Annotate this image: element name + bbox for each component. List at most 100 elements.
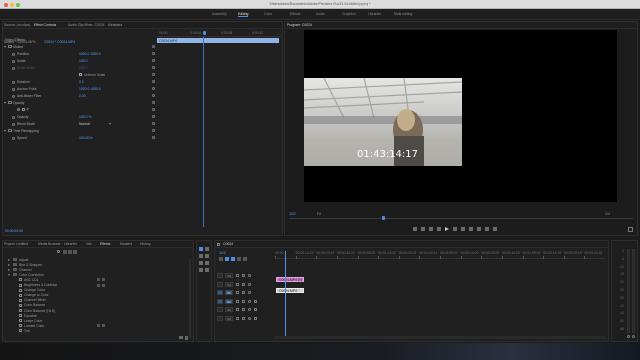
stopwatch-icon[interactable] [12, 87, 15, 91]
workspace-graphics[interactable]: Graphics [342, 12, 356, 16]
timeline-zoom-scrollbar[interactable] [275, 336, 605, 339]
ec-row-value[interactable]: 0.00 [79, 94, 86, 98]
lock-icon[interactable] [236, 299, 239, 303]
reset-icon[interactable] [152, 52, 155, 55]
workspace-audio[interactable]: Audio [316, 12, 325, 16]
lock-icon[interactable] [236, 291, 239, 294]
source-patch-button[interactable] [217, 281, 223, 287]
reset-icon[interactable] [152, 108, 155, 111]
track-target-button[interactable]: V2 [225, 281, 233, 287]
ec-playhead[interactable] [203, 31, 206, 35]
razor-tool-icon[interactable] [205, 254, 209, 258]
timeline-tab[interactable]: C0024 [223, 242, 233, 246]
lock-icon[interactable] [236, 274, 239, 277]
close-tab-icon[interactable] [217, 243, 220, 246]
source-patch-button[interactable] [217, 315, 223, 321]
source-patch-button[interactable] [217, 307, 223, 312]
workspace-libraries[interactable]: Libraries [368, 12, 381, 16]
chevron-right-icon[interactable] [8, 258, 10, 261]
ellipse-mask-icon[interactable] [17, 108, 20, 111]
sync-lock-icon[interactable] [242, 282, 245, 286]
solo-right-button[interactable] [632, 335, 635, 338]
ec-row-value[interactable]: 0.0 [79, 80, 84, 84]
slip-tool-icon[interactable] [199, 261, 203, 265]
ec-row-value[interactable]: 100.0 [79, 66, 88, 70]
audio-clip[interactable]: C0024.MP4 [276, 288, 304, 293]
workspace-editing[interactable]: Editing [238, 12, 249, 17]
pen-mask-icon[interactable] [26, 107, 31, 112]
timeline-timecode[interactable]: 102 [219, 250, 226, 255]
project-tab-info[interactable]: Info [86, 242, 92, 246]
solo-left-button[interactable] [627, 335, 630, 338]
program-scrubber[interactable] [289, 218, 633, 219]
mute-icon[interactable] [248, 308, 251, 311]
lock-icon[interactable] [236, 316, 239, 320]
nest-icon[interactable] [219, 257, 223, 261]
track-target-button[interactable]: V3 [225, 273, 233, 278]
source-patch-button[interactable] [217, 273, 223, 278]
rect-mask-icon[interactable] [22, 108, 25, 111]
fit-dropdown[interactable]: Fit [317, 212, 321, 216]
step-forward-icon[interactable] [453, 227, 457, 231]
eye-icon[interactable] [248, 291, 251, 294]
fx-toggle-icon[interactable] [8, 45, 12, 48]
reset-icon[interactable] [152, 66, 155, 69]
workspace-effects[interactable]: Effects [290, 12, 300, 16]
ec-row[interactable]: Scale Width 100.0 [3, 65, 157, 71]
ec-row[interactable]: Time Remapping [3, 128, 157, 134]
expand-triangle-icon[interactable] [4, 102, 6, 104]
button-editor-icon[interactable] [493, 227, 497, 231]
filter-32bit-icon[interactable] [68, 250, 72, 254]
linked-selection-icon[interactable] [231, 257, 235, 261]
ec-row-value[interactable]: 100.0 [79, 59, 88, 63]
play-icon[interactable] [445, 227, 449, 231]
mark-in-icon[interactable] [413, 227, 417, 231]
track-header-v2[interactable]: V2 [217, 281, 273, 288]
ec-row[interactable]: Motion [3, 44, 157, 50]
ec-clip-bar[interactable]: C0024.MP4 [157, 38, 279, 43]
timeline-ruler[interactable]: 00:00 00:00:14:23 00:00:29:23 00:00:44:22 00… [275, 251, 605, 259]
filter-accelerated-icon[interactable] [63, 250, 67, 254]
track-target-button[interactable]: A1 [225, 298, 233, 304]
expand-triangle-icon[interactable] [4, 46, 6, 48]
step-back-icon[interactable] [437, 227, 441, 231]
workspace-color[interactable]: Color [264, 12, 272, 16]
ec-row[interactable] [3, 107, 157, 113]
timeline-settings-icon[interactable] [243, 257, 247, 261]
reset-icon[interactable] [152, 94, 155, 97]
go-to-in-icon[interactable] [429, 227, 433, 231]
expand-triangle-icon[interactable] [4, 130, 6, 132]
effects-list-item[interactable]: Tint [3, 328, 188, 333]
ec-row[interactable]: Rotation 0.0 [3, 79, 157, 85]
minimize-dot-icon[interactable] [10, 2, 14, 7]
ec-row[interactable]: Anti-flicker Filter 0.00 [3, 93, 157, 99]
track-header-a1[interactable]: A1 [217, 298, 273, 305]
fx-toggle-icon[interactable] [8, 129, 12, 132]
search-icon[interactable] [57, 250, 60, 253]
stopwatch-icon[interactable] [12, 115, 15, 119]
video-canvas[interactable]: 01:43:14:17 [304, 30, 617, 202]
reset-icon[interactable] [152, 87, 155, 90]
program-playhead[interactable] [381, 216, 385, 220]
video-clip[interactable]: C0024.MP4 [V] [276, 277, 304, 282]
source-patch-button[interactable] [217, 290, 223, 295]
ec-row[interactable]: Opacity 100.0 % [3, 114, 157, 120]
new-bin-icon[interactable] [179, 336, 183, 339]
pen-tool-icon[interactable] [205, 261, 209, 265]
chevron-down-icon[interactable] [109, 123, 111, 125]
timeline-playhead[interactable] [284, 251, 286, 336]
reset-icon[interactable] [152, 45, 155, 48]
stopwatch-icon[interactable] [12, 59, 15, 63]
sync-lock-icon[interactable] [242, 299, 245, 303]
solo-icon[interactable] [254, 299, 257, 303]
track-header-v1[interactable]: V1 [217, 290, 273, 296]
ec-row[interactable]: Opacity [3, 100, 157, 106]
stopwatch-icon[interactable] [12, 94, 15, 98]
export-frame-icon[interactable] [485, 227, 489, 231]
track-header-a2[interactable]: A2 [217, 307, 273, 313]
reset-icon[interactable] [152, 101, 155, 104]
trash-icon[interactable] [185, 336, 188, 340]
program-current-timecode[interactable]: 102 [289, 211, 296, 216]
program-monitor-title[interactable]: Program: C0024 [287, 23, 312, 27]
stopwatch-icon[interactable] [12, 136, 15, 140]
